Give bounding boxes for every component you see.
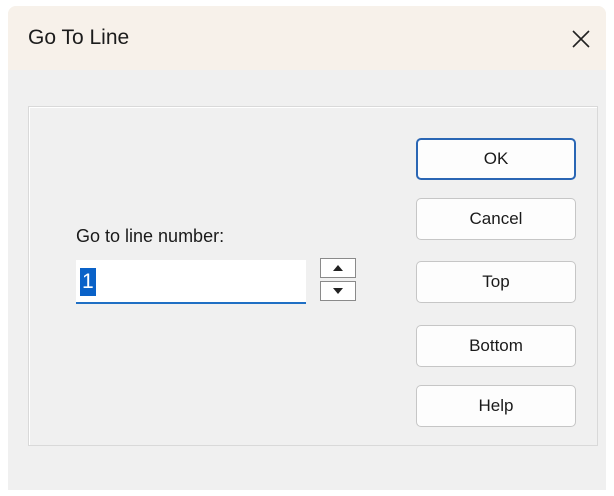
close-button[interactable] (564, 22, 598, 56)
bottom-button[interactable]: Bottom (416, 325, 576, 367)
help-button[interactable]: Help (416, 385, 576, 427)
spin-down-button[interactable] (320, 281, 356, 301)
arrow-down-icon (333, 288, 343, 294)
arrow-up-icon (333, 265, 343, 271)
dialog-title: Go To Line (28, 26, 130, 49)
line-number-input[interactable]: 1 (76, 260, 306, 304)
title-bar: Go To Line (8, 6, 606, 70)
line-number-label: Go to line number: (76, 226, 225, 246)
cancel-button[interactable]: Cancel (416, 198, 576, 240)
spin-up-button[interactable] (320, 258, 356, 278)
line-number-value: 1 (80, 268, 96, 296)
ok-button[interactable]: OK (416, 138, 576, 180)
close-icon (572, 30, 590, 48)
top-button[interactable]: Top (416, 261, 576, 303)
